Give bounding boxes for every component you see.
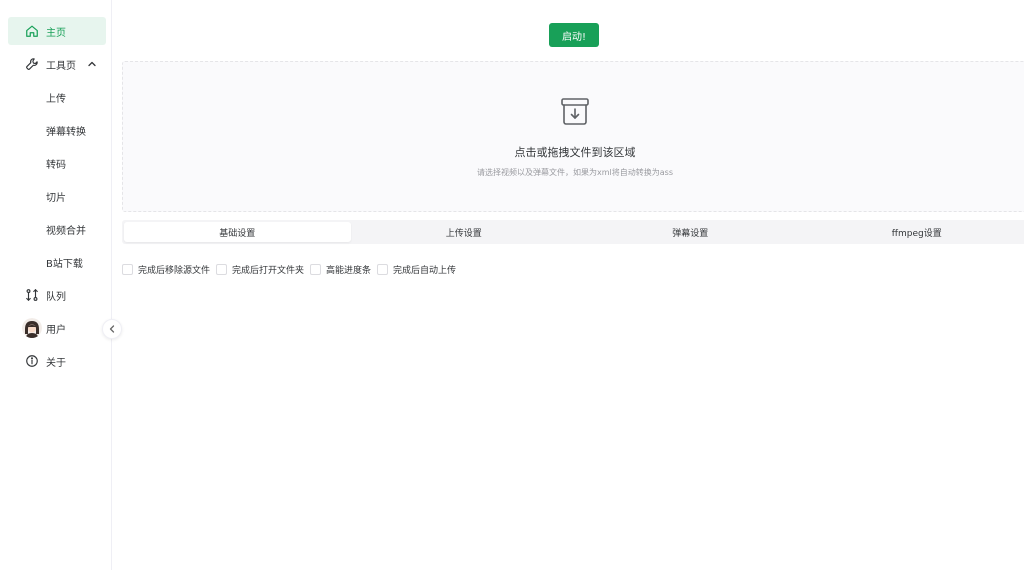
- sidebar-subitem-danmaku-convert[interactable]: 弹幕转换: [8, 116, 106, 144]
- tab-upload-settings[interactable]: 上传设置: [351, 222, 578, 242]
- tab-basic-settings[interactable]: 基础设置: [124, 222, 351, 242]
- tab-ffmpeg-settings[interactable]: ffmpeg设置: [804, 222, 1024, 242]
- sidebar-item-label: 用户: [46, 324, 66, 336]
- file-dropzone[interactable]: 点击或拖拽文件到该区域 请选择视频以及弹幕文件，如果为xml将自动转换为ass: [122, 61, 1024, 212]
- checkbox[interactable]: [216, 263, 228, 275]
- archive-download-icon: [561, 98, 589, 125]
- chevron-left-icon: [109, 325, 115, 333]
- dropzone-hint: 请选择视频以及弹幕文件，如果为xml将自动转换为ass: [477, 168, 673, 177]
- info-icon: [24, 353, 40, 369]
- sidebar-item-label: 主页: [46, 27, 66, 39]
- option-remove-source[interactable]: 完成后移除源文件: [122, 263, 210, 276]
- sidebar-subitem-transcode[interactable]: 转码: [8, 149, 106, 177]
- queue-icon: [24, 287, 40, 303]
- checkbox[interactable]: [377, 263, 389, 275]
- checkbox[interactable]: [122, 263, 133, 275]
- home-icon: [24, 23, 40, 39]
- sidebar-item-queue[interactable]: 队列: [8, 281, 106, 309]
- sidebar: 主页 工具页 上传 弹幕转换 转码 切片 视频合并 B站下载 队列 用户 关于: [0, 0, 112, 570]
- start-button[interactable]: 启动!: [549, 23, 599, 47]
- app-window: 主页 工具页 上传 弹幕转换 转码 切片 视频合并 B站下载 队列 用户 关于 …: [0, 0, 1024, 570]
- sidebar-subitem-upload[interactable]: 上传: [8, 83, 106, 111]
- option-label: 完成后自动上传: [393, 265, 457, 276]
- sidebar-item-user[interactable]: 用户: [8, 314, 106, 342]
- sidebar-subitem-video-merge[interactable]: 视频合并: [8, 215, 106, 243]
- avatar: [22, 318, 42, 338]
- sidebar-item-label: 队列: [46, 291, 66, 303]
- option-open-folder[interactable]: 完成后打开文件夹: [216, 263, 304, 276]
- checkbox[interactable]: [310, 263, 322, 275]
- option-label: 完成后打开文件夹: [232, 265, 305, 276]
- sidebar-subitem-slice[interactable]: 切片: [8, 182, 106, 210]
- basic-options: 完成后移除源文件 完成后打开文件夹 高能进度条 完成后自动上传: [122, 262, 462, 276]
- sidebar-collapse-button[interactable]: [102, 319, 122, 339]
- sidebar-subitem-bilibili-download[interactable]: B站下载: [8, 248, 106, 276]
- sidebar-item-tools[interactable]: 工具页: [8, 50, 106, 78]
- option-label: 完成后移除源文件: [138, 265, 211, 276]
- tab-danmaku-settings[interactable]: 弹幕设置: [577, 222, 804, 242]
- wrench-icon: [24, 56, 40, 72]
- sidebar-item-about[interactable]: 关于: [8, 347, 106, 375]
- option-energy-progress-bar[interactable]: 高能进度条: [310, 263, 371, 276]
- chevron-up-icon: [88, 61, 96, 67]
- sidebar-item-label: 关于: [46, 357, 66, 369]
- dropzone-title: 点击或拖拽文件到该区域: [514, 146, 636, 159]
- settings-tabs: 基础设置 上传设置 弹幕设置 ffmpeg设置: [122, 220, 1024, 244]
- sidebar-item-label: 工具页: [46, 60, 76, 72]
- option-auto-upload[interactable]: 完成后自动上传: [377, 263, 456, 276]
- sidebar-item-home[interactable]: 主页: [8, 17, 106, 45]
- option-label: 高能进度条: [326, 265, 372, 276]
